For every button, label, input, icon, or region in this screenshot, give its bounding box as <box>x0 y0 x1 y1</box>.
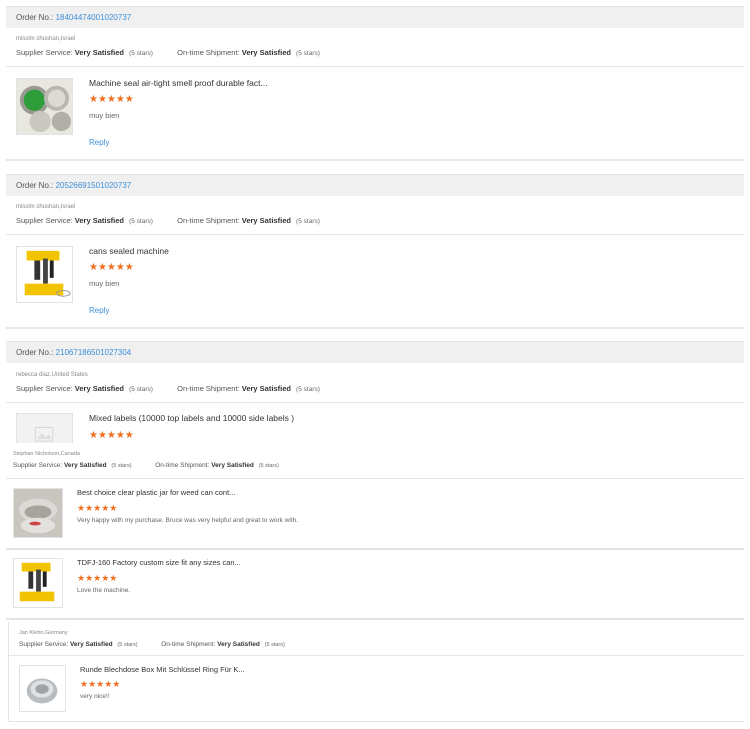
ontime-shipment-stars: (5 stars) <box>296 218 320 225</box>
supplier-service-stars: (5 stars) <box>129 50 153 57</box>
reply-link[interactable]: Reply <box>89 138 109 147</box>
rating-stars: ★★★★★ <box>80 679 121 689</box>
ontime-shipment-value: Very Satisfied <box>241 48 291 57</box>
order-label: Order No.: <box>16 13 54 22</box>
order-number-link[interactable]: 20526691501020737 <box>56 181 132 190</box>
buyer-name: Stephan Nicholson,Canada <box>13 451 80 457</box>
supplier-service-stars: (5 stars) <box>111 463 132 469</box>
buyer-name: missim shushan,Israel <box>16 36 76 42</box>
ontime-shipment-value: Very Satisfied <box>241 216 291 225</box>
product-image-sealing-machine[interactable] <box>13 558 63 608</box>
rating-stars: ★★★★★ <box>89 94 134 105</box>
review-separator <box>6 327 744 329</box>
review-separator <box>6 159 744 161</box>
ontime-shipment-label: On-time Shipment: <box>155 462 210 469</box>
buyer-name: missim shushan,Israel <box>16 204 76 210</box>
ontime-shipment-stars: (5 stars) <box>296 386 320 393</box>
rating-stars: ★★★★★ <box>89 262 134 273</box>
service-ratings: Supplier Service: Very Satisfied (5 star… <box>16 216 320 225</box>
product-image-tin-cans[interactable] <box>16 78 73 135</box>
divider <box>6 548 744 550</box>
product-title-link[interactable]: Runde Blechdose Box Mit Schlüssel Ring F… <box>80 665 245 674</box>
product-image-tin-box[interactable] <box>19 665 66 712</box>
order-header: Order No.: 20526691501020737 <box>6 174 744 196</box>
service-ratings: Supplier Service: Very Satisfied (5 star… <box>19 641 285 648</box>
ontime-shipment-stars: (5 stars) <box>258 463 279 469</box>
ontime-shipment-value: Very Satisfied <box>241 384 291 393</box>
rating-stars: ★★★★★ <box>89 430 134 441</box>
ontime-shipment-label: On-time Shipment: <box>161 641 216 648</box>
product-title-link[interactable]: TDFJ-160 Factory custom size fit any siz… <box>77 558 241 567</box>
ontime-shipment-value: Very Satisfied <box>217 641 260 648</box>
rating-stars: ★★★★★ <box>77 503 118 513</box>
service-ratings: Supplier Service: Very Satisfied (5 star… <box>16 48 320 57</box>
supplier-service-label: Supplier Service: <box>16 216 73 225</box>
divider <box>6 66 744 67</box>
buyer-name: Jan Klehn,Germany <box>19 630 68 636</box>
review-comment: Love the machine. <box>77 587 131 594</box>
supplier-service-stars: (5 stars) <box>117 642 138 648</box>
divider <box>6 402 744 403</box>
product-image-placeholder[interactable] <box>16 413 73 443</box>
buyer-name: rebecca diaz,United States <box>16 372 88 378</box>
ontime-shipment-value: Very Satisfied <box>211 462 254 469</box>
supplier-service-value: Very Satisfied <box>74 216 124 225</box>
order-label: Order No.: <box>16 348 54 357</box>
product-image-plastic-jar[interactable] <box>13 488 63 538</box>
product-title-link[interactable]: Best choice clear plastic jar for weed c… <box>77 488 235 497</box>
order-header: Order No.: 18404474001020737 <box>6 6 744 28</box>
supplier-service-value: Very Satisfied <box>74 384 124 393</box>
divider <box>6 234 744 235</box>
ontime-shipment-label: On-time Shipment: <box>177 384 240 393</box>
supplier-service-value: Very Satisfied <box>63 462 107 469</box>
order-label: Order No.: <box>16 181 54 190</box>
supplier-service-value: Very Satisfied <box>74 48 124 57</box>
product-title-link[interactable]: cans sealed machine <box>89 246 169 256</box>
order-header: Order No.: 21067186501027304 <box>6 341 744 363</box>
review-comment: muy bien <box>89 279 120 288</box>
supplier-service-label: Supplier Service: <box>16 48 73 57</box>
supplier-service-label: Supplier Service: <box>13 462 63 469</box>
product-image-sealing-machine[interactable] <box>16 246 73 303</box>
supplier-service-stars: (5 stars) <box>129 218 153 225</box>
service-ratings: Supplier Service: Very Satisfied (5 star… <box>13 462 279 469</box>
ontime-shipment-stars: (5 stars) <box>264 642 285 648</box>
supplier-service-label: Supplier Service: <box>16 384 73 393</box>
rating-stars: ★★★★★ <box>77 573 118 583</box>
supplier-service-stars: (5 stars) <box>129 386 153 393</box>
ontime-shipment-stars: (5 stars) <box>296 50 320 57</box>
supplier-service-value: Very Satisfied <box>69 641 113 648</box>
review-comment: very nice!! <box>80 693 110 700</box>
reply-link[interactable]: Reply <box>89 306 109 315</box>
service-ratings: Supplier Service: Very Satisfied (5 star… <box>16 384 320 393</box>
product-title-link[interactable]: Mixed labels (10000 top labels and 10000… <box>89 413 294 423</box>
divider <box>9 655 744 656</box>
ontime-shipment-label: On-time Shipment: <box>177 48 240 57</box>
order-number-link[interactable]: 21067186501027304 <box>56 348 132 357</box>
divider <box>6 478 744 479</box>
review-comment: muy bien <box>89 111 120 120</box>
divider <box>6 618 744 620</box>
supplier-service-label: Supplier Service: <box>19 641 69 648</box>
ontime-shipment-label: On-time Shipment: <box>177 216 240 225</box>
product-title-link[interactable]: Machine seal air-tight smell proof durab… <box>89 78 268 88</box>
order-number-link[interactable]: 18404474001020737 <box>56 13 132 22</box>
review-comment: Very happy with my purchase. Bruce was v… <box>77 517 299 524</box>
